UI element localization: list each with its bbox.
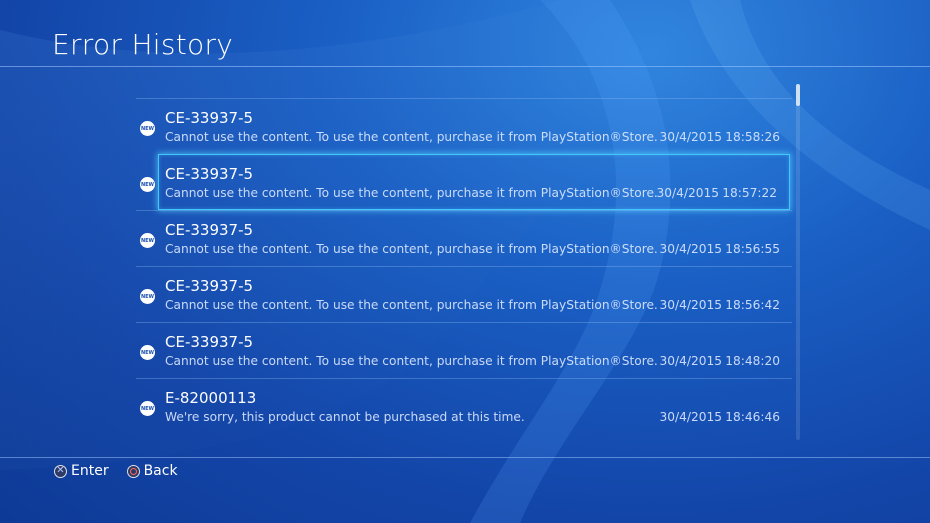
error-row[interactable]: NEW CE-33937-5 Cannot use the content. T… [136, 210, 792, 266]
error-row[interactable]: NEW CE-33937-5 Cannot use the content. T… [136, 266, 792, 322]
enter-label: Enter [71, 463, 109, 479]
footer-divider [0, 457, 930, 458]
error-code: CE-33937-5 [165, 165, 254, 183]
error-code: CE-33937-5 [165, 333, 254, 351]
new-badge-icon: NEW [140, 233, 155, 248]
error-time: 18:56:42 [725, 298, 780, 312]
error-row[interactable]: NEW E-82000113 We're sorry, this product… [136, 378, 792, 434]
error-code: E-82000113 [165, 389, 257, 407]
error-date: 30/4/2015 [659, 410, 723, 424]
error-time: 18:57:22 [722, 186, 777, 200]
back-button[interactable]: Back [126, 463, 178, 479]
error-message: Cannot use the content. To use the conte… [165, 354, 658, 368]
page-title: Error History [52, 28, 234, 61]
error-date: 30/4/2015 [659, 242, 723, 256]
error-message: Cannot use the content. To use the conte… [165, 298, 658, 312]
error-time: 18:56:55 [725, 242, 780, 256]
error-row[interactable]: NEW CE-33937-5 Cannot use the content. T… [136, 322, 792, 378]
new-badge-icon: NEW [140, 401, 155, 416]
error-message: Cannot use the content. To use the conte… [165, 242, 658, 256]
circle-icon [126, 464, 140, 478]
error-time: 18:58:26 [725, 130, 780, 144]
title-divider [0, 66, 930, 67]
scrollbar[interactable] [796, 84, 800, 440]
error-code: CE-33937-5 [165, 221, 254, 239]
new-badge-icon: NEW [140, 345, 155, 360]
error-row[interactable]: NEW CE-33937-5 Cannot use the content. T… [136, 98, 792, 154]
error-message: Cannot use the content. To use the conte… [165, 130, 658, 144]
error-code: CE-33937-5 [165, 109, 254, 127]
button-guide: ✕ Enter Back [54, 463, 178, 479]
cross-icon: ✕ [54, 464, 67, 478]
error-message: We're sorry, this product cannot be purc… [165, 410, 525, 424]
new-badge-icon: NEW [140, 177, 155, 192]
error-time: 18:48:20 [725, 354, 780, 368]
error-row-selected[interactable]: NEW CE-33937-5 Cannot use the content. T… [140, 154, 790, 210]
error-list: NEW CE-33937-5 Cannot use the content. T… [136, 98, 792, 434]
enter-button[interactable]: ✕ Enter [54, 463, 109, 479]
new-badge-icon: NEW [140, 289, 155, 304]
back-label: Back [143, 463, 178, 479]
error-date: 30/4/2015 [656, 186, 720, 200]
error-date: 30/4/2015 [659, 354, 723, 368]
error-code: CE-33937-5 [165, 277, 254, 295]
scrollbar-thumb[interactable] [796, 84, 800, 106]
error-date: 30/4/2015 [659, 130, 723, 144]
new-badge-icon: NEW [140, 121, 155, 136]
error-time: 18:46:46 [725, 410, 780, 424]
error-date: 30/4/2015 [659, 298, 723, 312]
error-message: Cannot use the content. To use the conte… [165, 186, 658, 200]
